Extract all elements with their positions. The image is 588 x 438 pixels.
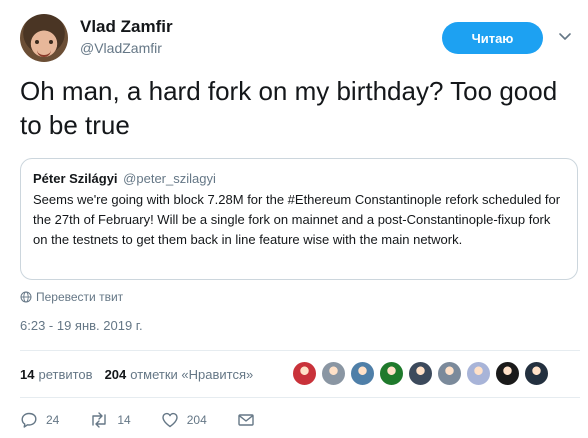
- tweet-stats: 14 ретвитов 204 отметки «Нравится»: [20, 362, 265, 386]
- like-action[interactable]: 204: [161, 411, 207, 429]
- retweet-icon: [92, 412, 107, 428]
- liker-avatar[interactable]: [466, 361, 491, 386]
- likes-label: отметки «Нравится»: [130, 366, 254, 382]
- retweet-action[interactable]: 14: [89, 411, 131, 429]
- quoted-author-handle: @peter_szilagyi: [123, 171, 216, 186]
- reply-icon: [21, 412, 37, 428]
- quoted-tweet-text: Seems we're going with block 7.28M for t…: [33, 192, 561, 247]
- retweets-stat[interactable]: 14 ретвитов: [20, 367, 93, 382]
- tweet-header: Vlad Zamfir @VladZamfir Читаю: [20, 14, 580, 62]
- author-names: Vlad Zamfir @VladZamfir: [80, 16, 173, 58]
- envelope-icon: [238, 414, 254, 426]
- tweet-timestamp[interactable]: 6:23 - 19 янв. 2019 г.: [20, 318, 143, 333]
- divider: [20, 350, 580, 351]
- divider: [20, 397, 580, 398]
- chevron-down-icon[interactable]: [558, 30, 572, 44]
- globe-icon: [20, 291, 32, 303]
- quoted-tweet[interactable]: Péter Szilágyi @peter_szilagyi Seems we'…: [20, 158, 578, 280]
- translate-tweet-link[interactable]: Перевести твит: [20, 290, 123, 304]
- quoted-author-name: Péter Szilágyi: [33, 171, 118, 186]
- liker-avatar[interactable]: [408, 361, 433, 386]
- translate-label: Перевести твит: [36, 290, 124, 304]
- liker-avatar[interactable]: [437, 361, 462, 386]
- author-display-name[interactable]: Vlad Zamfir: [80, 16, 173, 38]
- likes-count: 204: [104, 366, 127, 382]
- direct-message-action[interactable]: [237, 411, 263, 429]
- reply-count: 24: [46, 413, 60, 427]
- liker-avatar[interactable]: [321, 361, 346, 386]
- reply-action[interactable]: 24: [20, 411, 59, 429]
- author-handle[interactable]: @VladZamfir: [80, 38, 173, 58]
- liker-avatar[interactable]: [524, 361, 549, 386]
- retweet-count: 14: [117, 413, 131, 427]
- liker-avatar[interactable]: [350, 361, 375, 386]
- liker-avatar[interactable]: [379, 361, 404, 386]
- likes-stat[interactable]: 204 отметки «Нравится»: [105, 367, 254, 382]
- heart-icon: [162, 412, 178, 428]
- retweets-count: 14: [20, 366, 35, 382]
- like-count: 204: [186, 413, 207, 427]
- tweet-text: Oh man, a hard fork on my birthday? Too …: [20, 76, 558, 140]
- retweets-label: ретвитов: [38, 366, 93, 382]
- liker-avatar[interactable]: [292, 361, 317, 386]
- author-avatar[interactable]: [20, 14, 68, 62]
- following-button[interactable]: Читаю: [442, 22, 543, 54]
- quoted-tweet-header: Péter Szilágyi @peter_szilagyi: [33, 170, 565, 188]
- liker-avatar[interactable]: [495, 361, 520, 386]
- liker-avatars: [292, 361, 553, 386]
- tweet-actions: 24 14 204: [20, 410, 293, 430]
